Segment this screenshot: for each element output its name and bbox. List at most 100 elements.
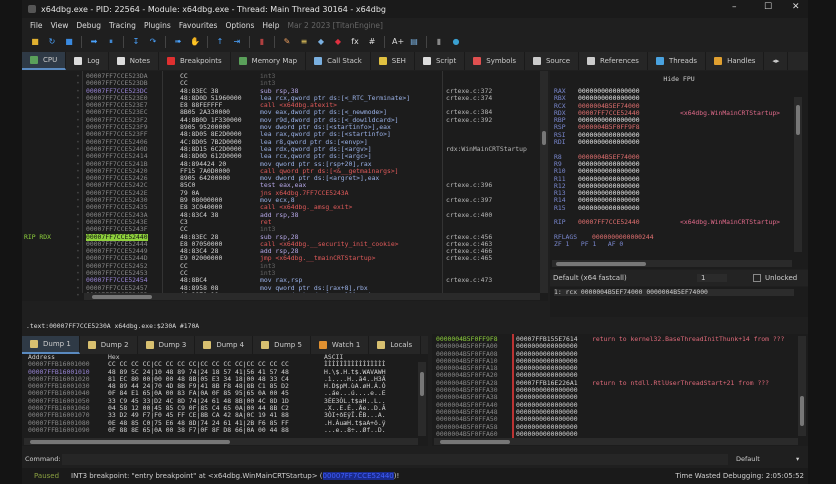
trace-into-icon[interactable]: ➠ [173,37,183,47]
step-into-icon[interactable]: ↧ [131,37,141,47]
disassembly-panel[interactable]: • 00007FF7CCE523DA CC int3 • 00007FF7CCE523DB… [22,71,548,301]
argument-count-spinner[interactable]: 1 [697,274,727,282]
tab-dump-4[interactable]: Dump 4 [195,336,254,354]
bookmarks-icon[interactable]: ◆ [333,37,343,47]
tab-watch-1[interactable]: Watch 1 [311,336,370,354]
tab-dump-1[interactable]: Dump 1 [22,336,80,354]
labels-icon[interactable]: ◆ [316,37,326,47]
tab-call-stack[interactable]: Call Stack [306,52,371,70]
about-icon[interactable]: ● [451,37,461,47]
menu-plugins[interactable]: Plugins [144,21,171,30]
register-name: R15 [554,203,566,212]
flags-row[interactable]: ZF 1 PF 1 AF 0 [554,240,794,248]
tab-script[interactable]: Script [415,52,466,70]
registers-vscroll[interactable] [794,97,802,252]
dump-row[interactable]: 00007FFB16001090 0F 88 8E 65|0A 00 38 F7|… [22,426,428,434]
command-input[interactable] [62,453,728,465]
open-icon[interactable]: ■ [30,37,40,47]
tab-source[interactable]: Source [525,52,580,70]
tab-symbols[interactable]: Symbols [465,52,525,70]
register-row[interactable]: RIP 00007FF7CCE52440 <x64dbg.WinMainCRTSta… [554,218,794,227]
tab-dump-5[interactable]: Dump 5 [253,336,311,354]
font-icon[interactable]: A+ [392,37,404,47]
instruction-comment: crtexe.c:374 [446,93,493,102]
maximize-button[interactable]: ☐ [764,2,772,12]
dump-ascii[interactable]: ...e..8÷..Øf..D. [324,426,386,434]
close-button[interactable]: ✕ [792,2,800,12]
tab-dump-3[interactable]: Dump 3 [138,336,196,354]
scylla-icon[interactable]: ▮ [257,37,267,47]
symbols-icon [473,57,482,65]
disassembly-hscroll[interactable] [84,293,540,300]
chevron-down-icon[interactable]: ▾ [796,455,808,463]
stack-panel[interactable]: 0000004B5F0FF9F8 00007FFB155E7614 return t… [432,334,808,446]
tab-seh[interactable]: SEH [371,52,415,70]
calling-convention-select[interactable]: Default (x64 fastcall) [553,274,693,282]
tab-dump-2[interactable]: Dump 2 [80,336,138,354]
manual-icon[interactable]: ▮ [434,37,444,47]
tab-label: Dump 2 [100,341,129,349]
menu-view[interactable]: View [51,21,69,30]
trace-over-icon[interactable]: ✋ [190,37,200,47]
restart-icon[interactable]: ↻ [47,37,57,47]
tab-breakpoints[interactable]: Breakpoints [159,52,231,70]
register-row[interactable]: RDI 0000000000000000 [554,138,794,146]
execute-till-return-icon[interactable]: ↑ [215,37,225,47]
disassembly-vscroll[interactable] [540,71,548,293]
dump-tabs: Dump 1 Dump 2 Dump 3 Dump 4 Dump 5 Watch 1 Loc… [22,336,428,354]
register-value[interactable]: 00007FF7CCE52440 [578,219,640,227]
argument-row[interactable]: 1: rcx 0000004B5EF74000 0000004B5EF74000 [554,288,794,297]
notes-icon [116,57,125,65]
dump-vscroll[interactable] [418,362,426,436]
tab-threads[interactable]: Threads [648,52,707,70]
run-icon[interactable]: ➡ [89,37,99,47]
register-row[interactable]: R15 0000000000000000 [554,203,794,212]
menu-debug[interactable]: Debug [76,21,101,30]
stop-icon[interactable]: ■ [64,37,74,47]
tab-references[interactable]: References [579,52,648,70]
variables-icon[interactable]: # [367,37,377,47]
tab-notes[interactable]: Notes [109,52,159,70]
arguments-panel[interactable]: 1: rcx 0000004B5EF74000 0000004B5EF74000 [550,287,808,317]
tab-cpu[interactable]: CPU [22,52,67,70]
register-name: RIP [554,218,566,227]
comments-icon[interactable]: ≡ [299,37,309,47]
hide-fpu-button[interactable]: Hide FPU [550,75,808,83]
menu-file[interactable]: File [30,21,43,30]
tab-handles[interactable]: Handles [706,52,765,70]
tab-scroll-arrows[interactable]: ◂▸ [764,52,789,70]
menu-favourites[interactable]: Favourites [179,21,218,30]
menu-help[interactable]: Help [262,21,279,30]
register-value[interactable]: 0000000000000000 [578,204,640,212]
menu-options[interactable]: Options [225,21,254,30]
unlocked-checkbox[interactable] [753,274,761,282]
toolbar-separator [123,36,124,48]
command-mode-select[interactable]: Default [736,455,796,463]
tab-label: CPU [43,56,58,64]
status-address-link[interactable]: 00007FF7CCE52440 [322,472,394,480]
dump-hex[interactable]: 0F 88 8E 65|0A 00 38 F7|0F 8F D8 66|0A 0… [108,426,289,434]
dump-hscroll[interactable] [24,438,418,445]
patch-icon[interactable]: ✎ [282,37,292,47]
memory-map-icon [238,57,247,65]
breakpoint-dot[interactable]: • [76,291,80,299]
menu-tracing[interactable]: Tracing [109,21,136,30]
stack-vscroll[interactable] [798,336,806,436]
dump-panel[interactable]: Address Hex ASCII 00007FFB16001000 CC CC CC… [22,354,428,446]
tab-locals[interactable]: Locals [369,336,422,354]
info-line: .text:00007FF7CCE5230A x64dbg.exe:$230A … [26,322,200,330]
registers-hscroll[interactable] [552,260,792,267]
register-value[interactable]: 0000000000000000 [578,138,640,146]
pause-icon[interactable]: ⏸ [106,37,116,47]
stack-hscroll[interactable] [434,438,798,445]
tab-memory-map[interactable]: Memory Map [231,52,307,70]
minimize-button[interactable]: – [732,2,737,12]
functions-icon[interactable]: fx [350,37,360,47]
registers-panel[interactable]: Hide FPU RAX 0000000000000000 RBX 000000000… [550,71,808,269]
toolbar-separator [384,36,385,48]
tab-log[interactable]: Log [66,52,109,70]
tab-label: Script [435,57,457,65]
step-over-icon[interactable]: ↷ [148,37,158,47]
run-to-user-code-icon[interactable]: ⇥ [232,37,242,47]
calculator-icon[interactable]: ▤ [409,37,419,47]
